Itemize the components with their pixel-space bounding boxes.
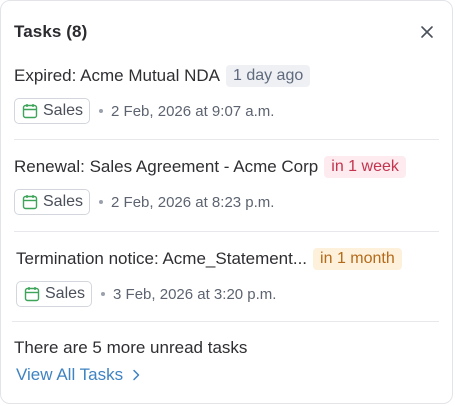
calendar-icon: [24, 286, 40, 302]
task-date: 3 Feb, 2026 at 3:20 p.m.: [113, 285, 277, 303]
category-tag[interactable]: Sales: [14, 98, 91, 124]
view-all-tasks-link[interactable]: View All Tasks: [16, 365, 140, 385]
separator-dot: [99, 109, 104, 113]
task-item[interactable]: Renewal: Sales Agreement - Acme Corp in …: [1, 140, 452, 232]
category-tag[interactable]: Sales: [16, 281, 93, 307]
tag-label: Sales: [43, 193, 84, 210]
close-icon: [421, 26, 433, 38]
task-item[interactable]: Expired: Acme Mutual NDA 1 day ago Sales…: [1, 63, 452, 140]
task-meta: Sales 3 Feb, 2026 at 3:20 p.m.: [16, 280, 452, 308]
tag-label: Sales: [45, 285, 86, 302]
view-all-label: View All Tasks: [16, 365, 124, 384]
category-tag[interactable]: Sales: [14, 189, 91, 215]
task-title-row: Termination notice: Acme_Statement... in…: [16, 246, 452, 272]
task-item[interactable]: Termination notice: Acme_Statement... in…: [1, 232, 452, 322]
task-meta: Sales 2 Feb, 2026 at 8:23 p.m.: [14, 188, 452, 216]
calendar-icon: [22, 194, 38, 210]
chevron-right-icon: [132, 369, 140, 381]
due-badge: in 1 week: [324, 156, 406, 178]
task-title[interactable]: Termination notice: Acme_Statement...: [16, 249, 307, 269]
tasks-panel: Tasks (8) Expired: Acme Mutual NDA 1 day…: [0, 0, 453, 404]
task-title[interactable]: Expired: Acme Mutual NDA: [14, 66, 220, 86]
panel-footer: There are 5 more unread tasks View All T…: [1, 322, 452, 385]
due-badge: in 1 month: [313, 248, 402, 270]
panel-header: Tasks (8): [1, 1, 452, 63]
separator-dot: [99, 200, 104, 204]
separator-dot: [101, 292, 106, 296]
task-date: 2 Feb, 2026 at 9:07 a.m.: [111, 102, 275, 120]
calendar-icon: [22, 103, 38, 119]
task-meta: Sales 2 Feb, 2026 at 9:07 a.m.: [14, 97, 452, 125]
task-title-row: Renewal: Sales Agreement - Acme Corp in …: [14, 154, 452, 180]
due-badge: 1 day ago: [225, 65, 311, 87]
task-date: 2 Feb, 2026 at 8:23 p.m.: [111, 193, 275, 211]
task-title[interactable]: Renewal: Sales Agreement - Acme Corp: [14, 157, 318, 177]
divider: [12, 321, 439, 322]
tag-label: Sales: [43, 102, 84, 119]
unread-count-text: There are 5 more unread tasks: [14, 338, 248, 357]
panel-title: Tasks (8): [14, 22, 88, 41]
task-title-row: Expired: Acme Mutual NDA 1 day ago: [14, 63, 452, 89]
close-button[interactable]: [414, 19, 440, 45]
